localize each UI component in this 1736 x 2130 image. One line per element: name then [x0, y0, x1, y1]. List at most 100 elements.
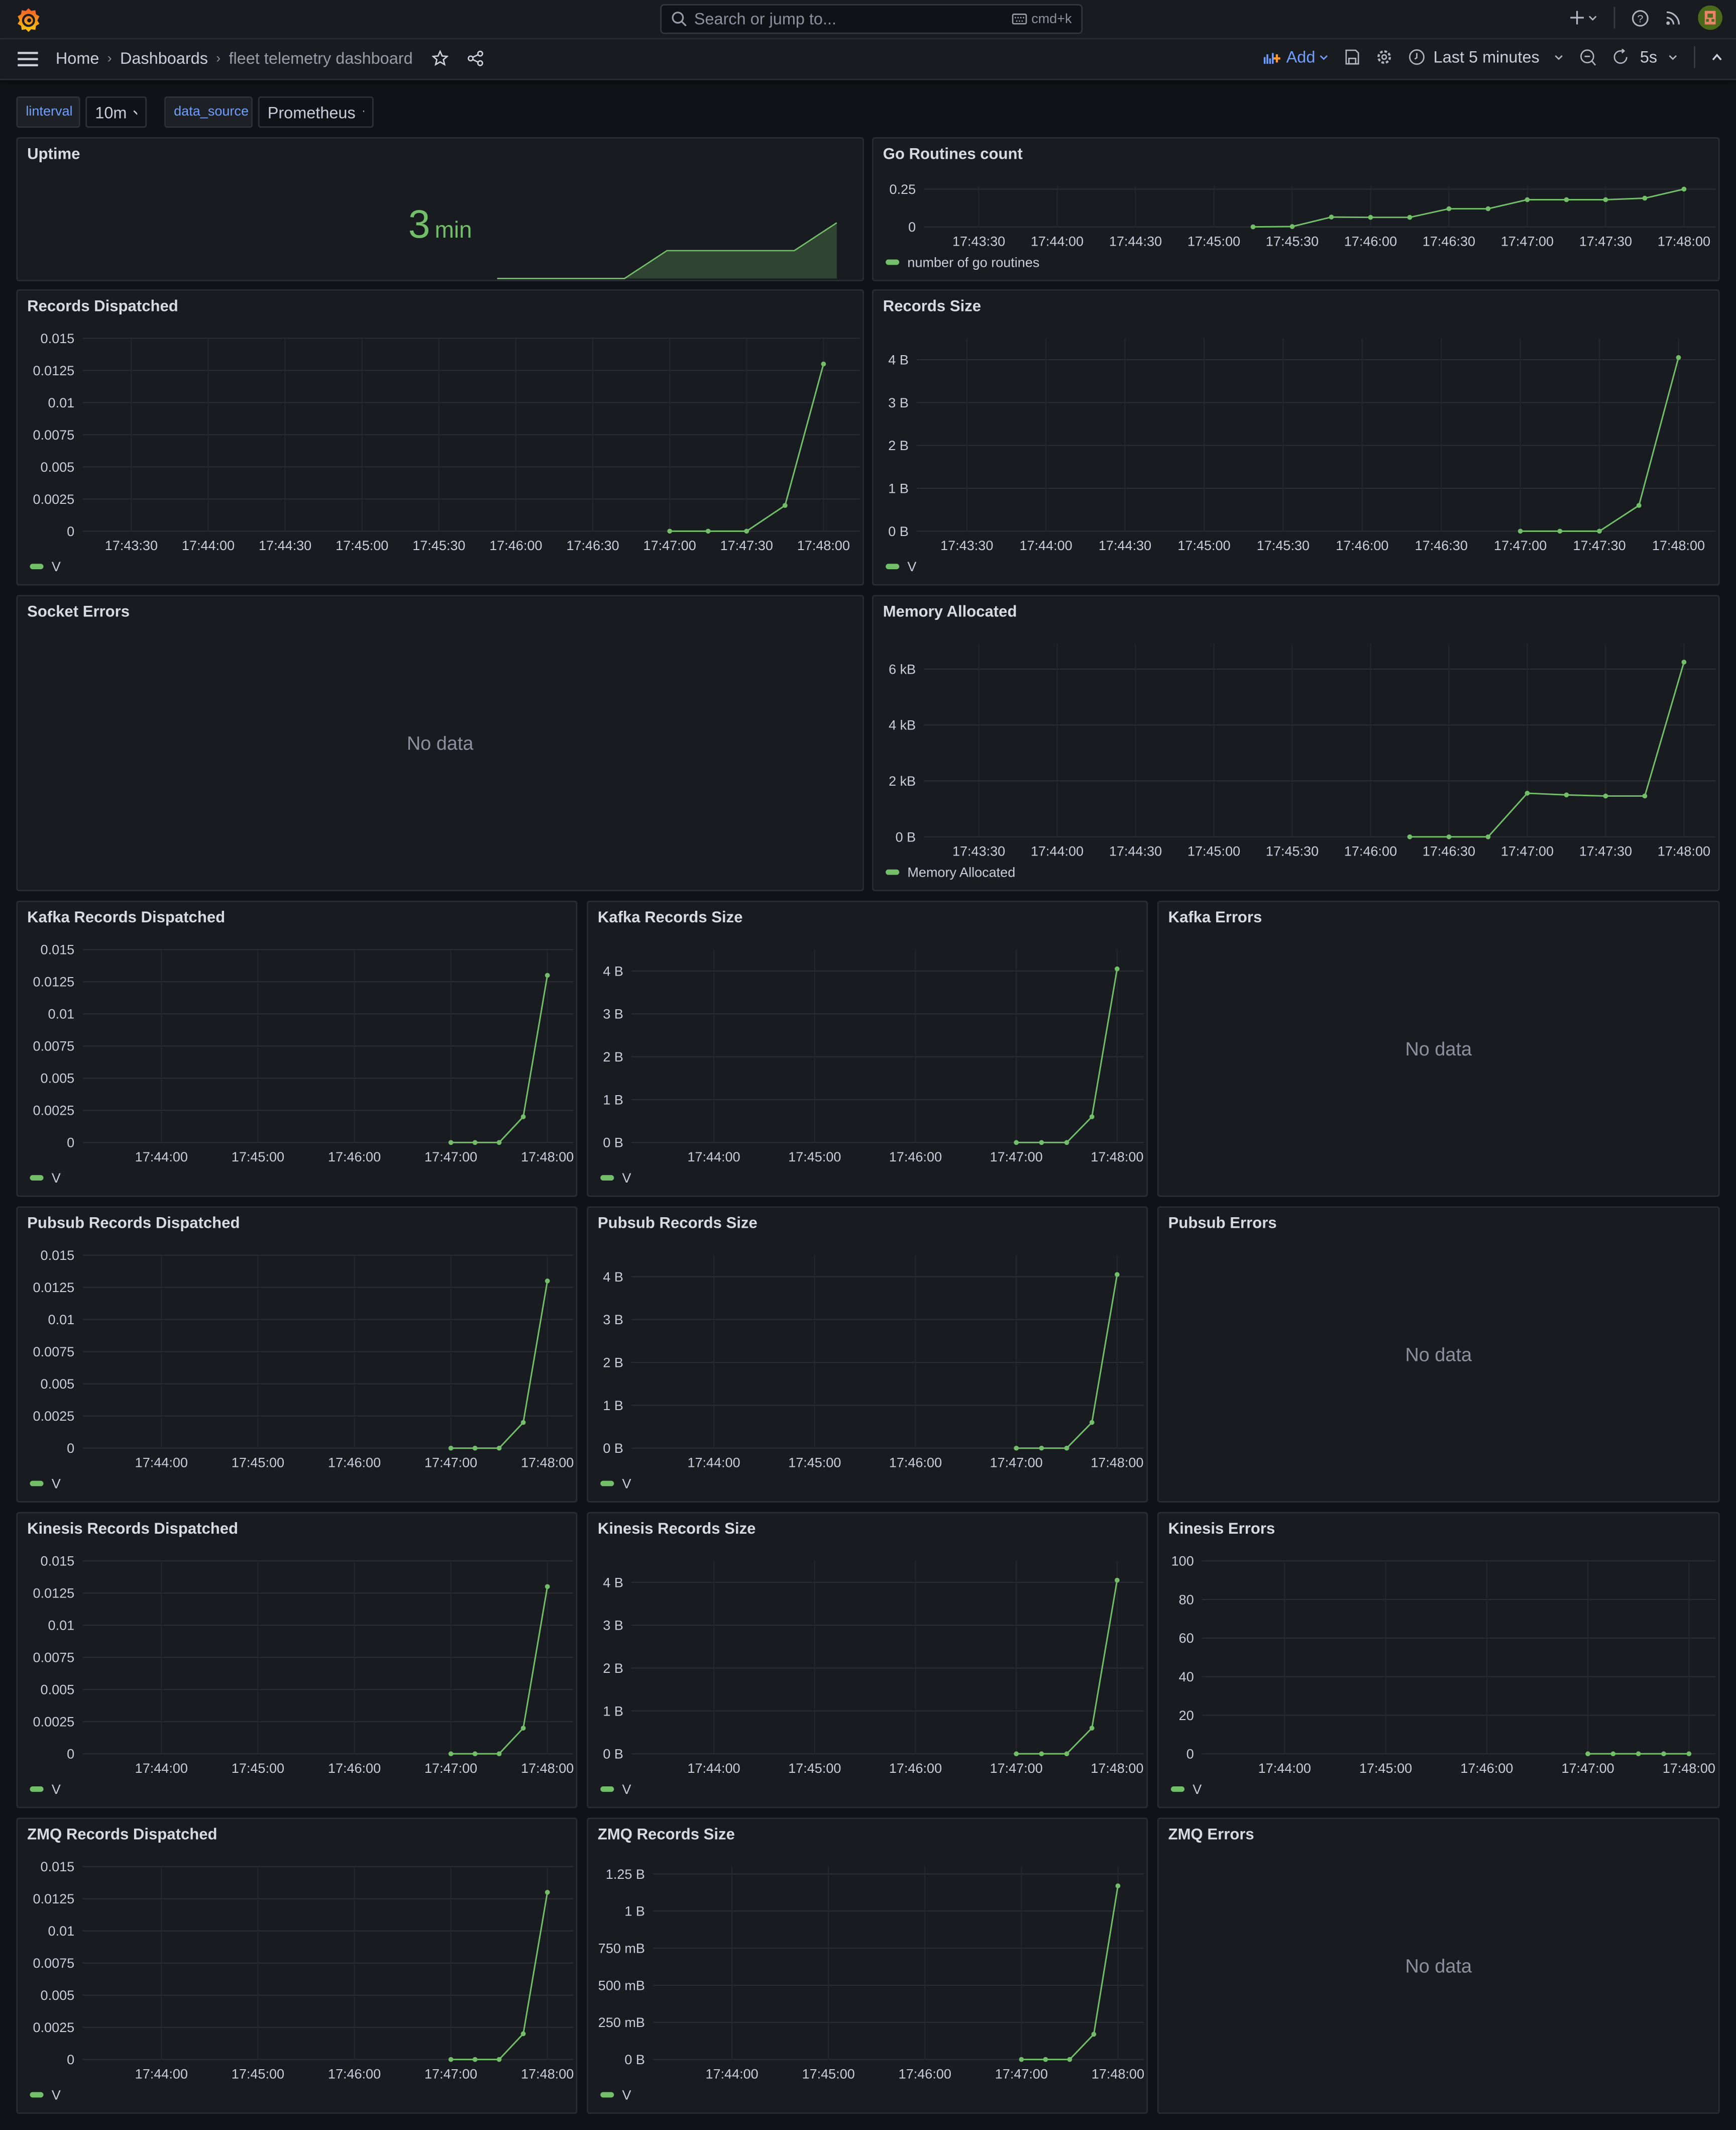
grafana-logo-icon[interactable] [16, 7, 41, 33]
time-series-chart[interactable]: 0 0.0025 0.005 0.0075 0.01 0.0125 0.015 17:44:0… [18, 902, 576, 1196]
data-point[interactable] [1064, 1140, 1069, 1145]
panel-zmq-records-size[interactable]: 0 B 250 mB 500 mB 750 mB 1 B 1.25 B 17:44:00 17… [587, 1818, 1148, 2114]
data-point[interactable] [1603, 197, 1608, 202]
zoom-out-icon[interactable] [1580, 48, 1597, 66]
time-series-chart[interactable]: 0 0.0025 0.005 0.0075 0.01 0.0125 0.015 17:44:0… [18, 1819, 576, 2112]
data-point[interactable] [1064, 1751, 1069, 1757]
data-point[interactable] [545, 1584, 550, 1589]
data-point[interactable] [1485, 206, 1491, 211]
data-point[interactable] [1064, 1445, 1069, 1451]
data-point[interactable] [1661, 1751, 1666, 1757]
data-point[interactable] [1525, 791, 1530, 796]
help-icon[interactable]: ? [1632, 9, 1649, 27]
time-series-chart[interactable]: 0 B 1 B 2 B 3 B 4 B 17:44:00 17:45:00 17:46:00 1… [588, 1208, 1146, 1501]
panel-go-routines-count[interactable]: 0 0.25 17:43:30 17:44:00 17:44:30 17:45:00 17:… [872, 137, 1720, 281]
data-point[interactable] [472, 1445, 478, 1451]
legend-label[interactable]: V [907, 559, 916, 574]
menu-hamburger-icon[interactable] [18, 52, 38, 67]
data-point[interactable] [1039, 1751, 1044, 1757]
data-point[interactable] [1067, 2057, 1072, 2062]
data-point[interactable] [472, 1140, 478, 1145]
data-point[interactable] [1250, 224, 1256, 230]
panel-records-size[interactable]: 0 B 1 B 2 B 3 B 4 B 17:43:30 17:44:00 17:44:30 1… [872, 289, 1720, 586]
data-point[interactable] [545, 1889, 550, 1895]
data-point[interactable] [1610, 1751, 1616, 1757]
data-point[interactable] [1585, 1751, 1590, 1757]
star-icon[interactable] [431, 50, 448, 66]
panel-kafka-records-size[interactable]: 0 B 1 B 2 B 3 B 4 B 17:44:00 17:45:00 17:46:00 1… [587, 900, 1148, 1197]
panel-pubsub-records-dispatched[interactable]: 0 0.0025 0.005 0.0075 0.01 0.0125 0.015 17:44:0… [16, 1206, 578, 1503]
data-point[interactable] [1676, 355, 1681, 360]
panel-title[interactable]: Kafka Records Size [598, 910, 743, 926]
data-point[interactable] [1115, 1272, 1120, 1277]
data-point[interactable] [1446, 206, 1452, 211]
refresh-icon[interactable] [1613, 49, 1629, 65]
data-point[interactable] [1686, 1751, 1692, 1757]
variable-select-interval[interactable]: 10m [85, 96, 147, 128]
breadcrumb-dashboards[interactable]: Dashboards [120, 49, 208, 68]
data-point[interactable] [1642, 793, 1648, 799]
data-point[interactable] [472, 2057, 478, 2062]
legend-label[interactable]: number of go routines [907, 255, 1039, 270]
data-point[interactable] [1564, 792, 1569, 798]
legend-label[interactable]: Memory Allocated [907, 865, 1015, 880]
time-series-chart[interactable]: 0 B 1 B 2 B 3 B 4 B 17:44:00 17:45:00 17:46:00 1… [588, 1514, 1146, 1807]
panel-pubsub-errors[interactable]: No data Pubsub Errors [1157, 1206, 1720, 1503]
data-point[interactable] [520, 1726, 526, 1731]
data-point[interactable] [1681, 186, 1687, 192]
legend-label[interactable]: V [622, 1782, 631, 1797]
data-point[interactable] [1407, 215, 1413, 220]
panel-title[interactable]: ZMQ Errors [1168, 1827, 1254, 1843]
collapse-chevron-up-icon[interactable] [1711, 53, 1722, 61]
panel-pubsub-records-size[interactable]: 0 B 1 B 2 B 3 B 4 B 17:44:00 17:45:00 17:46:00 1… [587, 1206, 1148, 1503]
panel-kinesis-records-dispatched[interactable]: 0 0.0025 0.005 0.0075 0.01 0.0125 0.015 17:44:0… [16, 1512, 578, 1808]
save-icon[interactable] [1345, 49, 1360, 65]
data-point[interactable] [821, 361, 826, 367]
legend-label[interactable]: V [622, 1476, 631, 1491]
data-point[interactable] [1636, 1751, 1641, 1757]
time-series-chart[interactable]: 0 B 1 B 2 B 3 B 4 B 17:43:30 17:44:00 17:44:30 1… [874, 291, 1718, 584]
panel-kinesis-errors[interactable]: 0 20 40 60 80 100 17:44:00 17:45:00 17:46:00 17:4… [1157, 1512, 1720, 1808]
data-point[interactable] [1525, 197, 1530, 202]
share-icon[interactable] [467, 50, 483, 66]
data-point[interactable] [1368, 215, 1373, 220]
panel-kafka-errors[interactable]: No data Kafka Errors [1157, 900, 1720, 1197]
data-point[interactable] [1089, 1726, 1095, 1731]
panel-title[interactable]: Records Dispatched [27, 299, 178, 315]
legend-label[interactable]: V [622, 1170, 631, 1186]
panel-uptime[interactable]: 3 min Uptime [16, 137, 864, 281]
time-range-picker[interactable]: Last 5 minutes [1409, 48, 1564, 67]
data-point[interactable] [1014, 1751, 1019, 1757]
data-point[interactable] [1485, 834, 1491, 839]
data-point[interactable] [1019, 2057, 1024, 2062]
data-point[interactable] [1564, 197, 1569, 202]
panel-records-dispatched[interactable]: 0 0.0025 0.005 0.0075 0.01 0.0125 0.015 17:43:3… [16, 289, 864, 586]
data-point[interactable] [1115, 1577, 1120, 1583]
panel-title[interactable]: Uptime [27, 147, 80, 163]
data-point[interactable] [1636, 503, 1642, 508]
data-point[interactable] [1039, 1445, 1044, 1451]
user-avatar[interactable] [1698, 5, 1722, 30]
data-point[interactable] [545, 1279, 550, 1284]
data-point[interactable] [1089, 1420, 1095, 1425]
data-point[interactable] [1289, 224, 1295, 229]
data-point[interactable] [744, 528, 749, 534]
panel-title[interactable]: Pubsub Records Size [598, 1216, 757, 1232]
time-series-chart[interactable]: 0 20 40 60 80 100 17:44:00 17:45:00 17:46:00 17:4… [1159, 1514, 1718, 1807]
data-point[interactable] [1557, 528, 1563, 534]
panel-zmq-errors[interactable]: No data ZMQ Errors [1157, 1818, 1720, 2114]
legend-label[interactable]: V [622, 2087, 631, 2102]
time-series-chart[interactable]: 0 B 2 kB 4 kB 6 kB 17:43:30 17:44:00 17:44:30 1… [874, 596, 1718, 890]
data-point[interactable] [1043, 2057, 1048, 2062]
data-point[interactable] [448, 2057, 454, 2062]
panel-kafka-records-dispatched[interactable]: 0 0.0025 0.005 0.0075 0.01 0.0125 0.015 17:44:0… [16, 900, 578, 1197]
legend-label[interactable]: V [52, 559, 61, 574]
settings-gear-icon[interactable] [1376, 49, 1392, 65]
new-plus-icon[interactable] [1570, 11, 1597, 25]
data-point[interactable] [1014, 1140, 1019, 1145]
legend-label[interactable]: V [1192, 1782, 1202, 1797]
data-point[interactable] [1681, 660, 1687, 665]
data-point[interactable] [1091, 2032, 1097, 2037]
data-point[interactable] [1446, 834, 1452, 839]
breadcrumb-home[interactable]: Home [56, 49, 99, 68]
